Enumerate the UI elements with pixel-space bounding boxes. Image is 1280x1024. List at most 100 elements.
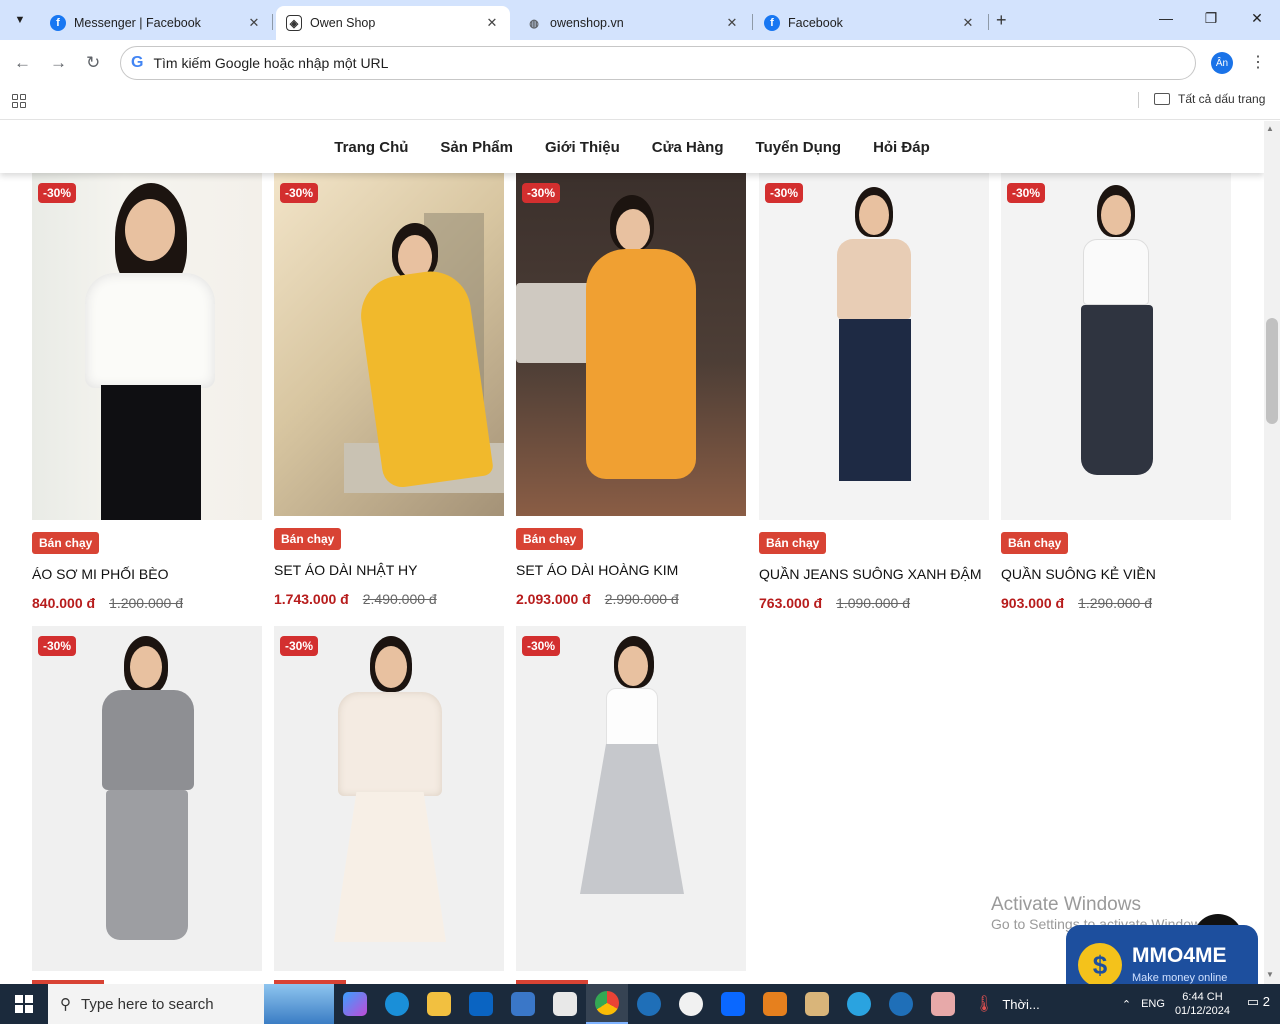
original-price: 1.090.000 đ [836,595,911,611]
bestseller-badge: Bán chạy [759,532,827,554]
clock-time: 6:44 CH [1182,991,1223,1003]
chrome-icon[interactable] [586,984,628,1024]
profile-avatar[interactable]: Ân [1211,52,1233,74]
product-card[interactable]: -30% [516,626,746,971]
original-price: 1.200.000 đ [109,595,184,611]
start-button[interactable] [0,984,48,1024]
discount-badge: -30% [38,636,77,656]
product-image[interactable]: -30% [274,626,504,971]
app-icon[interactable] [502,984,544,1024]
game-icon[interactable] [922,984,964,1024]
address-placeholder: Tìm kiếm Google hoặc nhập một URL [153,55,389,71]
globe-icon: ◍ [529,17,539,30]
scroll-up-icon[interactable]: ▲ [1266,124,1274,133]
app-icon[interactable] [880,984,922,1024]
product-name[interactable]: QUẦN SUÔNG KẺ VIỀN [1001,566,1231,582]
original-price: 1.290.000 đ [1078,595,1153,611]
product-name[interactable]: ÁO SƠ MI PHỐI BÈO [32,566,262,582]
close-icon[interactable]: ✕ [246,15,262,31]
product-image[interactable]: -30% [1001,173,1231,520]
product-card[interactable]: -30% Bán chạy ÁO SƠ MI PHỐI BÈO 840.000 … [32,173,262,611]
close-icon[interactable]: ✕ [960,15,976,31]
product-card[interactable]: -30% Bán chạy QUẦN SUÔNG KẺ VIỀN 903.000… [1001,173,1231,611]
discount-badge: -30% [1007,183,1046,203]
bestseller-badge: Bán chạy [516,528,584,550]
product-card[interactable]: -30% [274,626,504,971]
folder-icon [1154,93,1170,105]
discount-badge: -30% [522,636,561,656]
telegram-icon[interactable] [838,984,880,1024]
outlook-icon[interactable] [460,984,502,1024]
weather-label[interactable]: Thời... [1002,997,1039,1012]
product-image[interactable]: -30% [32,626,262,971]
product-image[interactable]: -30% [516,626,746,971]
apps-grid-icon[interactable] [12,94,26,108]
tab-strip: ▼ f Messenger | Facebook ✕ ◈ Owen Shop ✕… [0,0,1280,40]
product-image[interactable]: -30% [32,173,262,520]
game-icon[interactable] [796,984,838,1024]
restore-button[interactable]: ❐ [1201,10,1221,27]
tab-owenshop-vn[interactable]: ◍ owenshop.vn ✕ [516,6,750,40]
new-tab-button[interactable]: + [996,10,1007,31]
reload-button[interactable]: ↻ [86,53,100,73]
app-icon[interactable] [628,984,670,1024]
address-bar[interactable]: G Tìm kiếm Google hoặc nhập một URL [120,46,1196,80]
taskbar-clock[interactable]: 6:44 CH 01/12/2024 [1175,990,1230,1018]
scroll-down-icon[interactable]: ▼ [1266,970,1274,979]
product-image[interactable]: -30% [516,173,746,516]
product-name[interactable]: SET ÁO DÀI NHẬT HY [274,562,504,578]
notification-center-icon[interactable]: ▭ 2 [1247,994,1270,1010]
forward-button[interactable]: → [50,53,67,73]
product-card[interactable]: -30% Bán chạy SET ÁO DÀI NHẬT HY 1.743.0… [274,173,504,607]
tab-messenger[interactable]: f Messenger | Facebook ✕ [40,6,272,40]
original-price: 2.990.000 đ [604,591,679,607]
discount-badge: -30% [280,183,319,203]
tab-owen-shop[interactable]: ◈ Owen Shop ✕ [276,6,510,40]
product-name[interactable]: SET ÁO DÀI HOÀNG KIM [516,562,746,578]
nav-hoi-dap[interactable]: Hỏi Đáp [873,139,930,156]
windows-taskbar: ⚲ Type here to search 🌡 Thời... ⌃ ENG 6:… [0,984,1280,1024]
close-icon[interactable]: ✕ [724,15,740,31]
tab-title: Owen Shop [310,16,376,30]
discount-badge: -30% [765,183,804,203]
page-scrollbar[interactable] [1264,121,1280,984]
product-image[interactable]: -30% [274,173,504,516]
discount-badge: -30% [522,183,561,203]
nav-gioi-thieu[interactable]: Giới Thiệu [545,139,620,156]
game-icon[interactable] [754,984,796,1024]
close-icon[interactable]: ✕ [484,15,500,31]
product-card[interactable]: -30% Bán chạy QUẦN JEANS SUÔNG XANH ĐẬM … [759,173,989,611]
bestseller-badge: Bán chạy [32,532,100,554]
nav-cua-hang[interactable]: Cửa Hàng [652,139,724,156]
store-icon[interactable] [544,984,586,1024]
site-navigation: Trang Chủ Sản Phẩm Giới Thiệu Cửa Hàng T… [0,121,1264,173]
zalo-icon[interactable] [712,984,754,1024]
product-name[interactable]: QUẦN JEANS SUÔNG XANH ĐẬM [759,566,989,582]
product-card[interactable]: -30% [32,626,262,971]
minimize-button[interactable]: — [1156,10,1176,26]
browser-menu-icon[interactable]: ⋮ [1250,52,1266,72]
taskbar-search[interactable]: ⚲ Type here to search [48,984,334,1024]
tab-title: owenshop.vn [550,16,624,30]
tray-chevron-icon[interactable]: ⌃ [1122,998,1131,1011]
nav-trang-chu[interactable]: Trang Chủ [334,139,408,156]
edge-icon[interactable] [376,984,418,1024]
tab-facebook[interactable]: f Facebook ✕ [754,6,986,40]
chevron-down-icon: ▼ [14,14,26,26]
all-bookmarks-button[interactable]: Tất cả dấu trang [1154,92,1265,106]
file-explorer-icon[interactable] [418,984,460,1024]
product-card[interactable]: -30% Bán chạy SET ÁO DÀI HOÀNG KIM 2.093… [516,173,746,607]
search-icon: ⚲ [60,996,71,1013]
sale-price: 2.093.000 đ [516,591,591,607]
tab-search-button[interactable]: ▼ [8,8,32,32]
back-button[interactable]: ← [14,53,31,73]
product-image[interactable]: -30% [759,173,989,520]
dollar-coin-icon: $ [1078,943,1122,987]
copilot-icon[interactable] [334,984,376,1024]
paint-icon[interactable] [670,984,712,1024]
language-indicator[interactable]: ENG [1141,998,1165,1010]
nav-san-pham[interactable]: Sản Phẩm [440,139,513,156]
nav-tuyen-dung[interactable]: Tuyển Dụng [756,139,842,156]
scrollbar-thumb[interactable] [1266,318,1278,424]
close-window-button[interactable]: ✕ [1247,10,1267,27]
